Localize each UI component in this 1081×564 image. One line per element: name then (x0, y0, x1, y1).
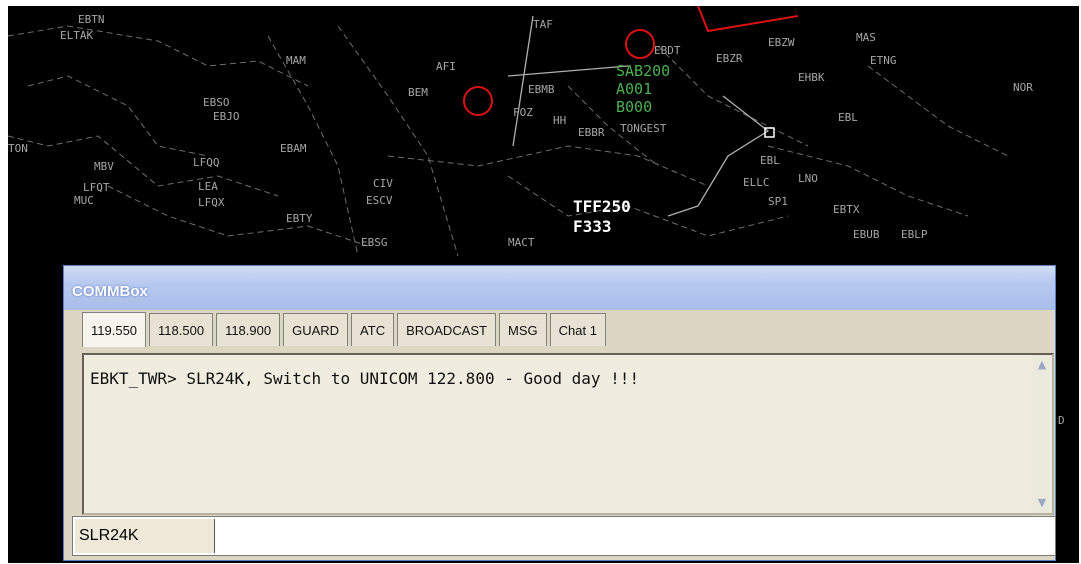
tab-119-550[interactable]: 119.550 (82, 312, 147, 347)
svg-text:B000: B000 (616, 98, 652, 116)
svg-text:TAF: TAF (533, 18, 553, 31)
svg-text:ELTAK: ELTAK (60, 29, 93, 42)
svg-text:AFI: AFI (436, 60, 456, 73)
tab-118-900[interactable]: 118.900 (216, 313, 281, 346)
svg-text:SP1: SP1 (768, 195, 788, 208)
svg-text:CIV: CIV (373, 177, 393, 190)
callsign-field[interactable]: SLR24K (75, 519, 215, 553)
svg-text:EBJO: EBJO (213, 110, 240, 123)
frequency-tabs: 119.550 118.500 118.900 GUARD ATC BROADC… (82, 312, 609, 347)
svg-text:EBUB: EBUB (853, 228, 880, 241)
commbox-title-bar[interactable]: COMMBox (64, 266, 1055, 310)
svg-text:EBDT: EBDT (654, 44, 681, 57)
svg-text:TONGEST: TONGEST (620, 122, 667, 135)
airways (507, 15, 770, 217)
svg-text:EBL: EBL (760, 154, 780, 167)
scroll-down-icon[interactable]: ▼ (1034, 495, 1050, 511)
svg-text:EBAM: EBAM (280, 142, 307, 155)
svg-text:EBTX: EBTX (833, 203, 860, 216)
tab-atc[interactable]: ATC (351, 313, 395, 346)
svg-text:MBV: MBV (94, 160, 114, 173)
tab-msg[interactable]: MSG (499, 313, 547, 346)
message-line: EBKT_TWR> SLR24K, Switch to UNICOM 122.8… (90, 369, 640, 388)
aircraft-altitude-label: F333 (573, 217, 612, 236)
aircraft-callsign-label: TFF250 (573, 197, 631, 216)
svg-text:MAS: MAS (856, 31, 876, 44)
svg-text:LNO: LNO (798, 172, 818, 185)
svg-text:EBSO: EBSO (203, 96, 230, 109)
svg-text:EBLP: EBLP (901, 228, 928, 241)
commbox-title: COMMBox (72, 283, 148, 300)
svg-text:ESCV: ESCV (366, 194, 393, 207)
svg-text:D: D (1058, 414, 1065, 427)
message-input-row: SLR24K (72, 516, 1056, 556)
svg-text:FOZ: FOZ (513, 106, 533, 119)
scroll-up-icon[interactable]: ▲ (1034, 357, 1050, 373)
svg-text:MUC: MUC (74, 194, 94, 207)
svg-text:EBMB: EBMB (528, 83, 555, 96)
svg-text:MAM: MAM (286, 54, 306, 67)
svg-text:EBZR: EBZR (716, 52, 743, 65)
svg-text:HH: HH (553, 114, 566, 127)
svg-text:SAB200: SAB200 (616, 62, 670, 80)
svg-text:ETNG: ETNG (870, 54, 897, 67)
tab-118-500[interactable]: 118.500 (149, 313, 214, 346)
svg-text:MACT: MACT (508, 236, 535, 249)
svg-text:LFQQ: LFQQ (193, 156, 220, 169)
svg-text:BEM: BEM (408, 86, 428, 99)
message-input[interactable] (219, 519, 1055, 555)
svg-text:ELLC: ELLC (743, 176, 770, 189)
svg-text:EBTN: EBTN (78, 13, 105, 26)
tab-guard[interactable]: GUARD (283, 313, 349, 346)
message-log-scrollbar[interactable]: ▲ ▼ (1032, 355, 1052, 513)
svg-text:A001: A001 (616, 80, 652, 98)
svg-text:EBL: EBL (838, 111, 858, 124)
svg-text:LEA: LEA (198, 180, 218, 193)
svg-text:NOR: NOR (1013, 81, 1033, 94)
svg-text:LFQT: LFQT (83, 181, 110, 194)
svg-text:EBTY: EBTY (286, 212, 313, 225)
airspace-boundaries (8, 25, 1009, 257)
svg-text:TON: TON (8, 142, 28, 155)
tab-broadcast[interactable]: BROADCAST (397, 313, 496, 346)
svg-text:LFQX: LFQX (198, 196, 225, 209)
svg-text:EBZW: EBZW (768, 36, 795, 49)
message-log[interactable]: EBKT_TWR> SLR24K, Switch to UNICOM 122.8… (82, 353, 1054, 515)
svg-text:EBBR: EBBR (578, 126, 605, 139)
commbox-window[interactable]: COMMBox 119.550 118.500 118.900 GUARD AT… (63, 265, 1056, 561)
tab-chat-1[interactable]: Chat 1 (549, 313, 606, 346)
svg-text:EBSG: EBSG (361, 236, 388, 249)
svg-text:EHBK: EHBK (798, 71, 825, 84)
